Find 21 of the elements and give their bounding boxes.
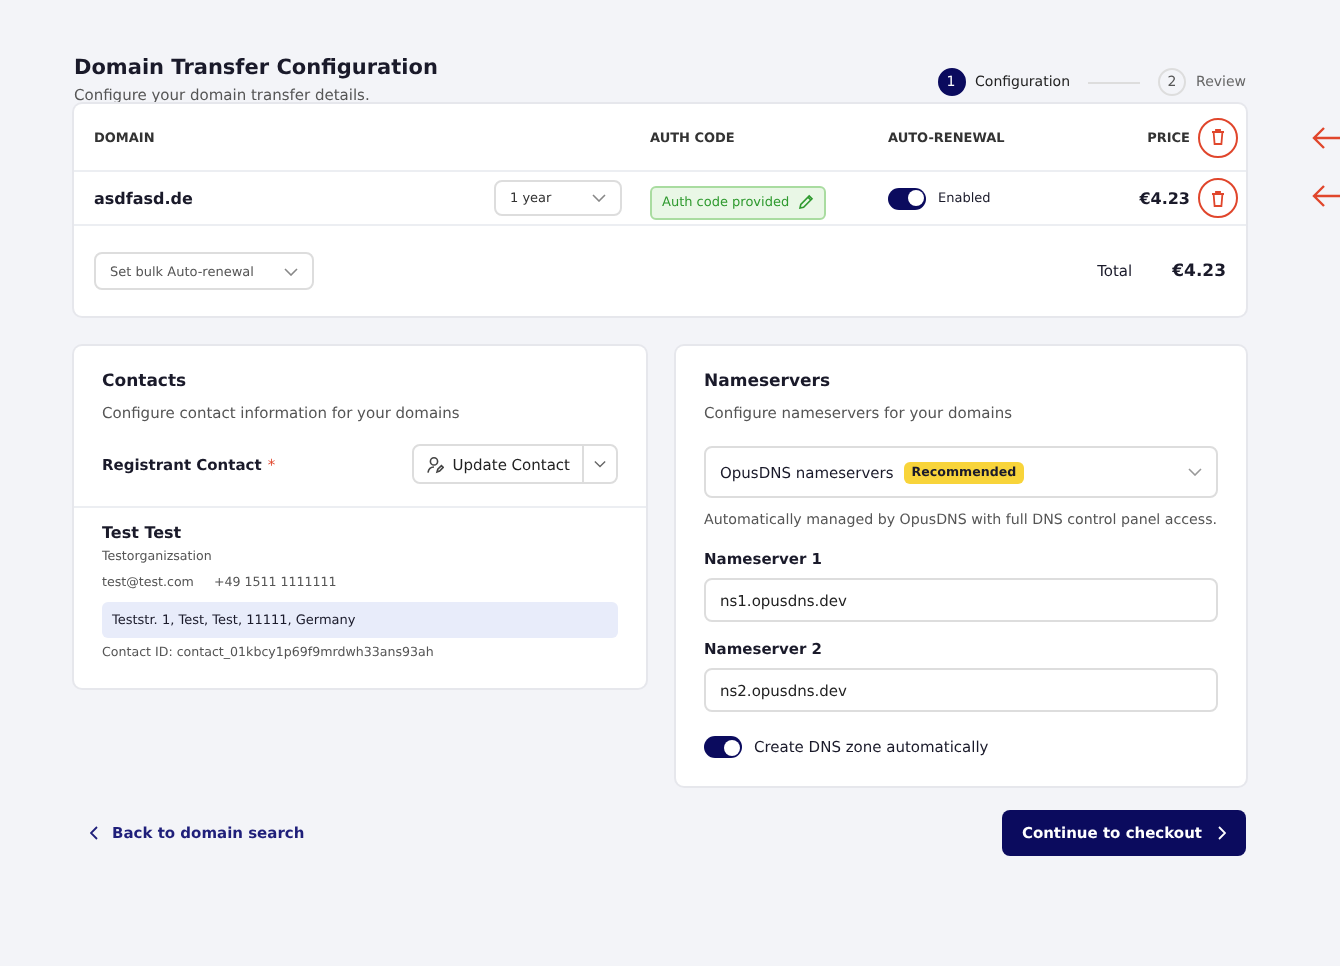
pencil-icon xyxy=(797,194,814,211)
card-title: Contacts xyxy=(102,372,189,392)
domain-name: asdfasd.de xyxy=(94,189,195,207)
chevron-left-icon xyxy=(90,826,98,840)
price: €4.23 xyxy=(1137,189,1190,207)
card-title: Nameservers xyxy=(704,372,833,392)
dns-zone-toggle[interactable] xyxy=(704,736,742,758)
chevron-icon xyxy=(1188,468,1202,476)
contact-name: Test Test xyxy=(102,524,184,542)
chevron-right-icon xyxy=(1218,826,1226,840)
trash-icon xyxy=(1210,189,1226,207)
chevron-icon xyxy=(592,194,606,202)
page-title: Domain Transfer Configuration xyxy=(74,56,438,80)
delete-button[interactable] xyxy=(1198,178,1238,218)
chevron-icon xyxy=(284,267,298,275)
delete-button[interactable] xyxy=(1198,117,1238,157)
trash-icon xyxy=(1210,128,1226,146)
auto-renewal-toggle[interactable] xyxy=(888,187,926,209)
chevron-icon xyxy=(594,460,606,468)
person-icon xyxy=(426,455,445,473)
total-price: €4.23 xyxy=(1172,261,1226,281)
